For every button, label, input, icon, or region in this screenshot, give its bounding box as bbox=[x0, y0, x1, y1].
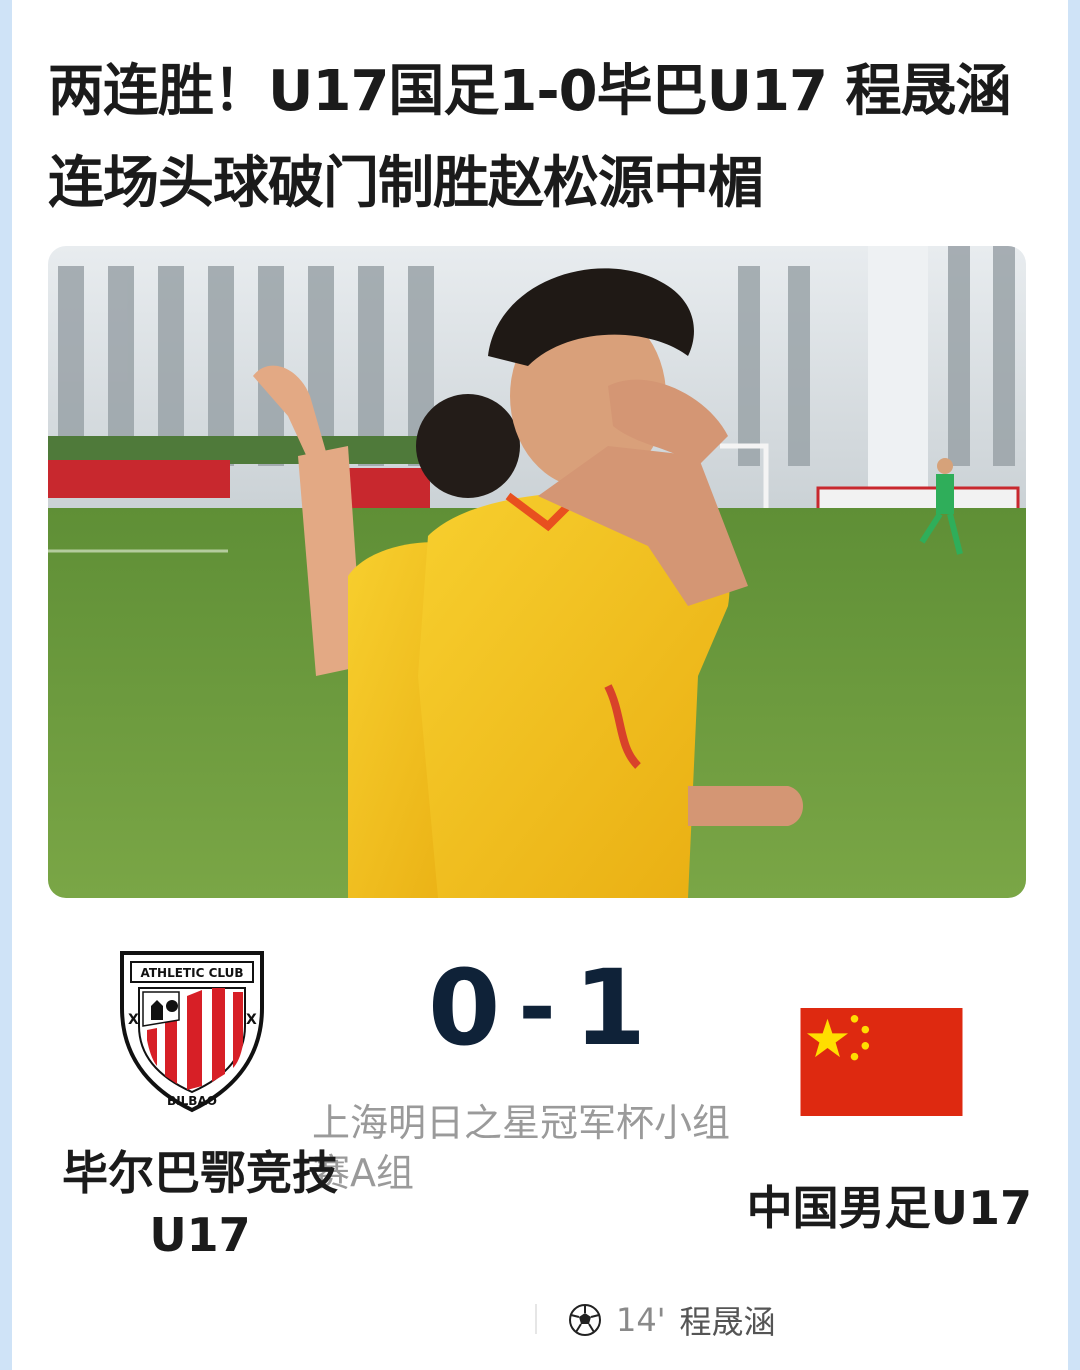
headline-line-1: 两连胜！U17国足1-0毕巴U17 程晟涵 bbox=[48, 59, 1011, 124]
home-team-name[interactable]: 毕尔巴鄂竞技U17 bbox=[40, 1142, 360, 1266]
article-headline[interactable]: 两连胜！U17国足1-0毕巴U17 程晟涵 连场头球破门制胜赵松源中楣 bbox=[48, 46, 1038, 230]
score-separator: - bbox=[518, 955, 556, 1060]
china-flag-icon bbox=[800, 1008, 963, 1116]
match-photo[interactable] bbox=[48, 246, 1026, 898]
goal-minute: 14' bbox=[616, 1301, 666, 1339]
article-card: 两连胜！U17国足1-0毕巴U17 程晟涵 连场头球破门制胜赵松源中楣 ATHL… bbox=[12, 0, 1068, 1370]
svg-text:BILBAO: BILBAO bbox=[167, 1094, 217, 1108]
goal-scorer[interactable]: 程晟涵 bbox=[680, 1297, 776, 1343]
svg-text:X: X bbox=[128, 1012, 139, 1028]
divider bbox=[535, 1304, 537, 1334]
headline-line-2: 连场头球破门制胜赵松源中楣 bbox=[48, 151, 764, 216]
away-team-name[interactable]: 中国男足U17 bbox=[712, 1172, 1032, 1238]
goal-event: 14' 程晟涵 bbox=[568, 1298, 776, 1342]
svg-text:ATHLETIC CLUB: ATHLETIC CLUB bbox=[141, 966, 244, 980]
svg-text:X: X bbox=[246, 1012, 257, 1028]
home-score: 0 bbox=[427, 946, 501, 1069]
competition-name: 上海明日之星冠军杯小组赛A组 bbox=[312, 1101, 731, 1195]
away-score: 1 bbox=[573, 946, 647, 1069]
scoreline: 0 - 1 bbox=[428, 947, 646, 1069]
athletic-club-crest-icon: ATHLETIC CLUB X X BILBAO bbox=[120, 951, 264, 1113]
soccer-ball-icon bbox=[569, 1304, 601, 1336]
